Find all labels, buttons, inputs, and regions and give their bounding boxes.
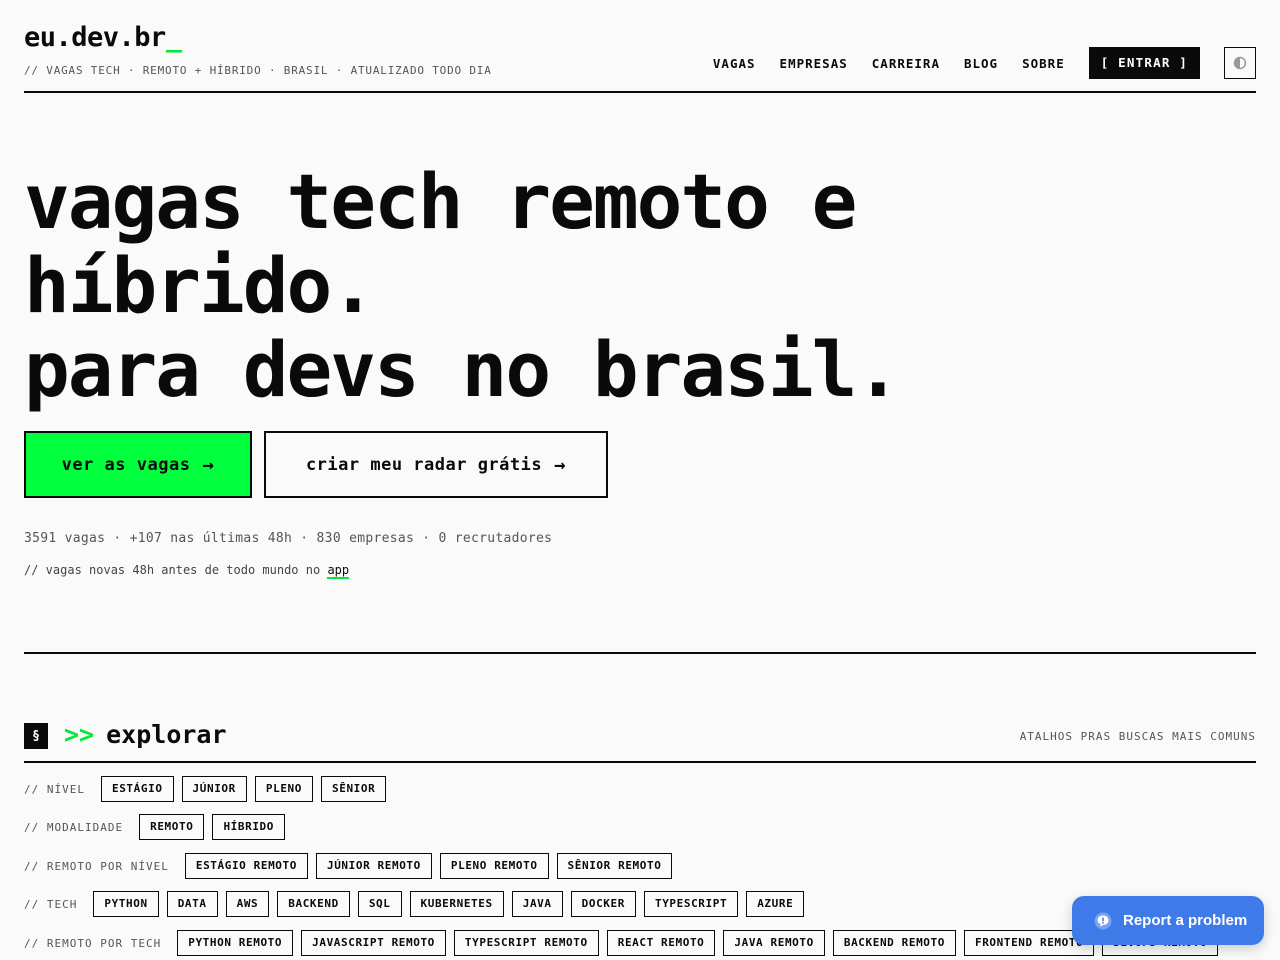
chip-pleno[interactable]: PLENO — [254, 776, 314, 802]
chip-docker[interactable]: DOCKER — [570, 891, 636, 917]
chip-react-remoto[interactable]: REACT REMOTO — [606, 930, 716, 956]
chip-typescript-remoto[interactable]: TYPESCRIPT REMOTO — [453, 930, 599, 956]
report-icon — [1094, 912, 1112, 929]
filter-row-nivel: // NÍVEL ESTÁGIO JÚNIOR PLENO SÊNIOR — [24, 776, 394, 802]
hero-title-line: vagas tech remoto e — [24, 157, 857, 246]
chip-python[interactable]: PYTHON — [93, 891, 159, 917]
nav-empresas[interactable]: EMPRESAS — [780, 56, 848, 71]
arrow-right-icon: → — [554, 453, 567, 476]
section-badge: § — [24, 723, 48, 749]
filter-label: // NÍVEL — [24, 782, 85, 796]
filter-row-remoto-por-nivel: // REMOTO POR NÍVEL ESTÁGIO REMOTO JÚNIO… — [24, 853, 680, 879]
chip-java-remoto[interactable]: JAVA REMOTO — [723, 930, 825, 956]
chip-aws[interactable]: AWS — [225, 891, 270, 917]
site-logo[interactable]: eu.dev.br_ — [24, 22, 182, 53]
chip-java[interactable]: JAVA — [511, 891, 563, 917]
chip-pleno-remoto[interactable]: PLENO REMOTO — [439, 853, 549, 879]
chip-kubernetes[interactable]: KUBERNETES — [409, 891, 504, 917]
nav-sobre[interactable]: SOBRE — [1022, 56, 1065, 71]
main-nav: VAGAS EMPRESAS CARREIRA BLOG SOBRE [ ENT… — [689, 47, 1256, 79]
app-note: // vagas novas 48h antes de todo mundo n… — [24, 563, 350, 579]
chip-senior-remoto[interactable]: SÊNIOR REMOTO — [556, 853, 673, 879]
report-problem-button[interactable]: Report a problem — [1072, 896, 1264, 945]
report-label: Report a problem — [1123, 912, 1248, 929]
prompt-icon: >> — [64, 720, 95, 749]
nav-vagas[interactable]: VAGAS — [713, 56, 756, 71]
chip-senior[interactable]: SÊNIOR — [321, 776, 387, 802]
filter-row-tech: // TECH PYTHON DATA AWS BACKEND SQL KUBE… — [24, 891, 812, 917]
logo-cursor: _ — [165, 22, 182, 53]
app-link[interactable]: app — [327, 563, 350, 579]
chip-backend-remoto[interactable]: BACKEND REMOTO — [832, 930, 956, 956]
filter-row-remoto-por-tech: // REMOTO POR TECH PYTHON REMOTO JAVASCR… — [24, 930, 1226, 956]
chip-backend[interactable]: BACKEND — [277, 891, 350, 917]
section-subtitle: ATALHOS PRAS BUSCAS MAIS COMUNS — [1019, 730, 1256, 743]
chip-javascript-remoto[interactable]: JAVASCRIPT REMOTO — [301, 930, 446, 956]
arrow-right-icon: → — [202, 453, 215, 476]
view-jobs-button[interactable]: ver as vagas → — [24, 431, 252, 498]
nav-blog[interactable]: BLOG — [964, 56, 998, 71]
login-button[interactable]: [ ENTRAR ] — [1088, 47, 1200, 79]
chip-junior-remoto[interactable]: JÚNIOR REMOTO — [315, 853, 432, 879]
chip-junior[interactable]: JÚNIOR — [181, 776, 247, 802]
chip-sql[interactable]: SQL — [357, 891, 402, 917]
hero-title: vagas tech remoto e híbrido. para devs n… — [24, 157, 901, 414]
filter-row-modalidade: // MODALIDADE REMOTO HÍBRIDO — [24, 814, 293, 840]
site-header: eu.dev.br_ // VAGAS TECH · REMOTO + HÍBR… — [24, 0, 1256, 93]
hero-title-line: para devs no brasil. — [24, 325, 901, 414]
create-radar-button[interactable]: criar meu radar grátis → — [264, 431, 608, 498]
chip-remoto[interactable]: REMOTO — [139, 814, 205, 840]
chip-estagio-remoto[interactable]: ESTÁGIO REMOTO — [184, 853, 308, 879]
nav-carreira[interactable]: CARREIRA — [872, 56, 940, 71]
site-tagline: // VAGAS TECH · REMOTO + HÍBRIDO · BRASI… — [24, 64, 492, 77]
contrast-icon — [1233, 56, 1247, 70]
section-title: >> explorar — [64, 720, 227, 749]
chip-data[interactable]: DATA — [166, 891, 218, 917]
filter-label: // REMOTO POR NÍVEL — [24, 859, 169, 873]
chip-python-remoto[interactable]: PYTHON REMOTO — [177, 930, 294, 956]
hero-title-line: híbrido. — [24, 241, 376, 330]
chip-azure[interactable]: AZURE — [746, 891, 805, 917]
theme-toggle-button[interactable] — [1224, 47, 1256, 79]
chip-typescript[interactable]: TYPESCRIPT — [643, 891, 739, 917]
chip-hibrido[interactable]: HÍBRIDO — [212, 814, 285, 840]
section-divider — [24, 652, 1256, 654]
hero-stats: 3591 vagas · +107 nas últimas 48h · 830 … — [24, 531, 553, 546]
chip-estagio[interactable]: ESTÁGIO — [100, 776, 174, 802]
explore-section-header: § >> explorar ATALHOS PRAS BUSCAS MAIS CO… — [24, 716, 1256, 763]
filter-label: // REMOTO POR TECH — [24, 936, 162, 950]
filter-label: // TECH — [24, 897, 78, 911]
filter-label: // MODALIDADE — [24, 820, 124, 834]
